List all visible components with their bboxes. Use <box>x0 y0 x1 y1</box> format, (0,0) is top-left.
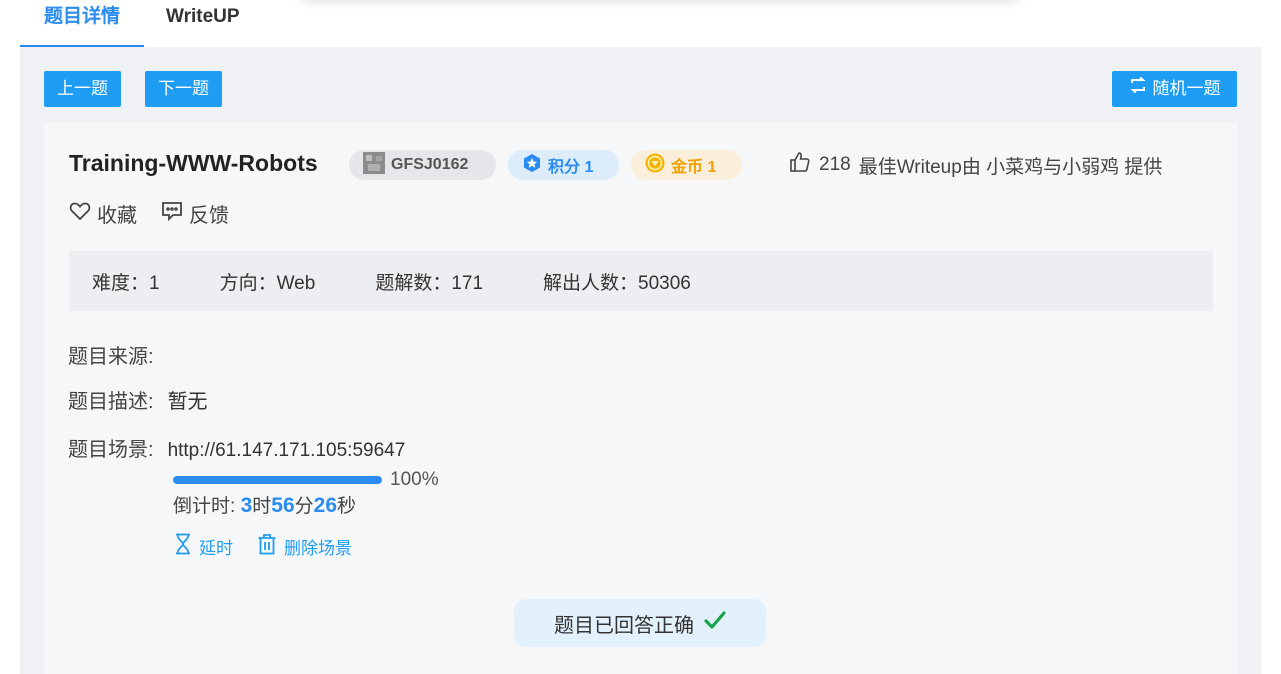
countdown-timer: 倒计时: 3时56分26秒 <box>173 491 356 518</box>
score-badge: 积分 1 <box>508 150 619 180</box>
favorite-button[interactable]: 收藏 <box>69 199 137 228</box>
challenge-panel: 上一题 下一题 随机一题 Training-WWW-Robots GFSJ016… <box>20 47 1261 674</box>
scene-tools: 延时 删除场景 <box>174 533 352 560</box>
random-challenge-button[interactable]: 随机一题 <box>1112 71 1237 107</box>
stats-bar: 难度：1 方向：Web 题解数：171 解出人数：50306 <box>69 251 1213 311</box>
tab-writeup[interactable]: WriteUP <box>144 0 264 48</box>
progress-percent: 100% <box>390 469 439 490</box>
delete-scene-label: 删除场景 <box>284 539 352 558</box>
trash-icon <box>257 533 277 560</box>
feedback-label: 反馈 <box>189 205 229 227</box>
challenge-actions: 收藏 反馈 <box>69 199 229 228</box>
countdown-seconds-unit: 秒 <box>337 496 357 517</box>
challenge-id: GFSJ0162 <box>391 156 469 173</box>
thumbs-up-icon[interactable] <box>789 151 811 179</box>
countdown-seconds: 26 <box>313 494 337 517</box>
refresh-icon <box>1129 71 1147 107</box>
tab-bar: 题目详情 WriteUP <box>20 0 264 48</box>
source-label: 题目来源: <box>68 346 154 368</box>
next-challenge-button[interactable]: 下一题 <box>145 71 222 107</box>
coin-icon <box>645 153 665 178</box>
tab-details[interactable]: 题目详情 <box>20 0 145 48</box>
description-label: 题目描述: <box>68 391 154 413</box>
solutions-stat: 题解数：171 <box>375 272 484 294</box>
hourglass-icon <box>174 533 192 560</box>
feedback-button[interactable]: 反馈 <box>161 199 229 228</box>
coin-label: 金币 1 <box>671 159 717 176</box>
solvers-stat: 解出人数：50306 <box>543 272 691 294</box>
countdown-minutes-unit: 分 <box>294 496 314 517</box>
progress-fill <box>173 476 382 484</box>
scene-url-link[interactable]: http://61.147.171.105:59647 <box>168 440 406 462</box>
direction-stat: 方向：Web <box>219 272 316 294</box>
scene-progress: 100% <box>173 469 439 491</box>
difficulty-stat: 难度：1 <box>92 272 160 294</box>
description-value: 暂无 <box>167 391 208 413</box>
score-label: 积分 1 <box>548 159 594 176</box>
scene-label: 题目场景: <box>68 439 154 461</box>
extend-label: 延时 <box>199 539 233 558</box>
challenge-id-badge: GFSJ0162 <box>349 150 496 180</box>
answered-label: 题目已回答正确 <box>554 614 694 637</box>
countdown-minutes: 56 <box>271 494 295 517</box>
coin-badge: 金币 1 <box>631 150 742 180</box>
favorite-label: 收藏 <box>97 205 137 227</box>
answered-status-badge: 题目已回答正确 <box>514 599 766 647</box>
check-icon <box>704 610 726 636</box>
star-icon <box>522 153 542 178</box>
best-writeup-info: 218 最佳Writeup由 小菜鸡与小弱鸡 提供 <box>789 151 1162 179</box>
source-row: 题目来源: <box>68 340 154 369</box>
prev-challenge-button[interactable]: 上一题 <box>44 71 121 107</box>
likes-count: 218 <box>819 154 851 175</box>
random-button-label: 随机一题 <box>1152 79 1221 98</box>
description-row: 题目描述: 暂无 <box>68 385 208 414</box>
avatar-icon <box>363 151 385 179</box>
delete-scene-button[interactable]: 删除场景 <box>257 533 352 560</box>
countdown-hours: 3 <box>240 494 253 517</box>
countdown-prefix: 倒计时: <box>173 496 241 517</box>
best-writeup-text[interactable]: 最佳Writeup由 小菜鸡与小弱鸡 提供 <box>859 152 1163 179</box>
countdown-hours-unit: 时 <box>252 496 272 517</box>
message-icon <box>161 201 183 227</box>
scene-row: 题目场景: http://61.147.171.105:59647 <box>68 433 405 462</box>
challenge-card: Training-WWW-Robots GFSJ0162 积分 1 金币 1 2… <box>44 123 1237 674</box>
progress-track <box>173 476 382 484</box>
heart-icon <box>69 201 91 227</box>
challenge-title: Training-WWW-Robots <box>69 150 318 176</box>
extend-button[interactable]: 延时 <box>174 533 233 560</box>
